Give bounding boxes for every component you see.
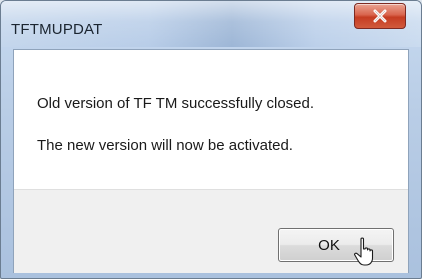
- hand-pointer-icon: [354, 237, 374, 266]
- message-line-1: Old version of TF TM successfully closed…: [37, 95, 315, 112]
- window-title: TFTMUPDAT: [11, 21, 103, 38]
- dialog-content: Old version of TF TM successfully closed…: [13, 49, 409, 273]
- ok-button[interactable]: OK: [278, 228, 394, 266]
- message-line-2: The new version will now be activated.: [37, 137, 293, 154]
- button-footer: OK: [14, 189, 408, 273]
- title-bar[interactable]: TFTMUPDAT: [1, 1, 421, 47]
- dialog-window: TFTMUPDAT Old version of TF TM successfu…: [0, 0, 422, 279]
- close-x-icon: [373, 9, 387, 23]
- close-button[interactable]: [354, 3, 406, 29]
